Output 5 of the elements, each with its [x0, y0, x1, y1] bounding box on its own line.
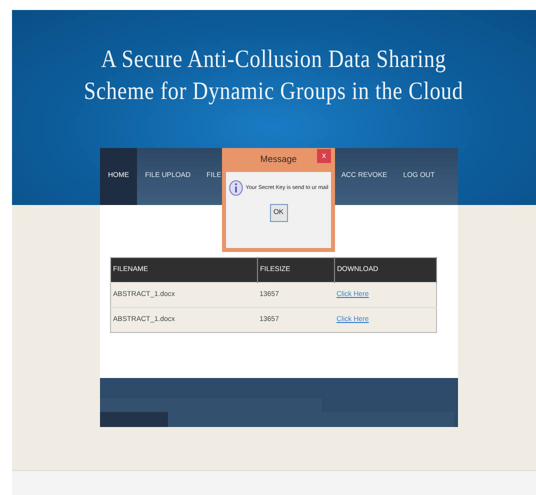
dialog-title: Message: [260, 153, 297, 166]
site-title: A Secure Anti-Collusion Data Sharing: [101, 45, 447, 75]
site-title: Scheme for Dynamic Groups in the Cloud: [84, 77, 464, 107]
info-icon: [228, 180, 243, 196]
close-button[interactable]: x: [317, 149, 331, 163]
